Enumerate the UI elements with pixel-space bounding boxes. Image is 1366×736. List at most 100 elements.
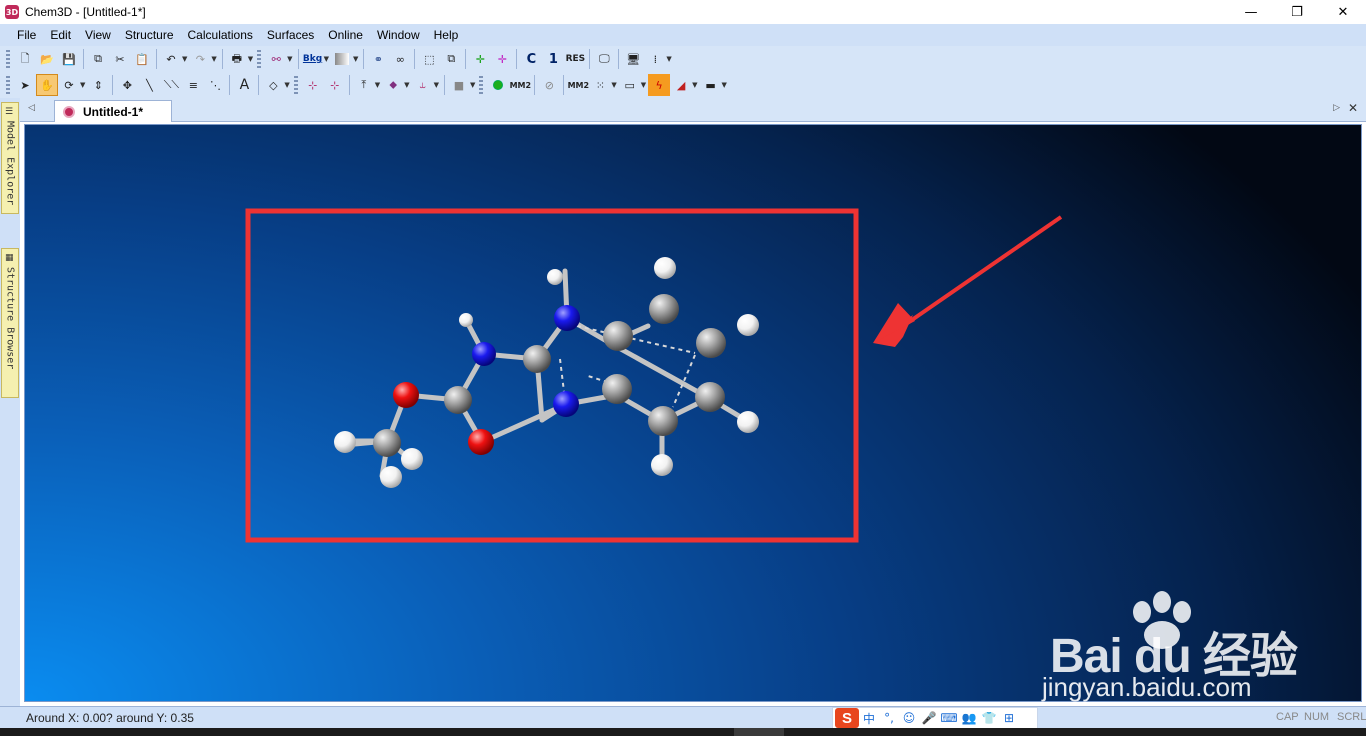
users-icon[interactable]: 👥: [959, 708, 979, 728]
chevron-down-icon[interactable]: ▼: [404, 81, 409, 89]
menu-file[interactable]: File: [10, 24, 43, 46]
translate-tool[interactable]: ✥: [116, 74, 138, 96]
perspective-button[interactable]: ⬚: [418, 48, 440, 70]
close-button[interactable]: ✕: [1320, 0, 1366, 24]
paste-button[interactable]: 📋: [131, 48, 153, 70]
close-document-icon[interactable]: ✕: [1348, 101, 1358, 115]
model-explorer-tab[interactable]: ☰ Model Explorer: [1, 102, 19, 214]
serial-number-button[interactable]: 1: [542, 48, 564, 70]
eraser-tool[interactable]: ◇: [262, 74, 284, 96]
menu-calculations[interactable]: Calculations: [181, 24, 260, 46]
skin-icon[interactable]: 👕: [979, 708, 999, 728]
model-display-button[interactable]: ⚯: [265, 48, 287, 70]
menu-window[interactable]: Window: [370, 24, 427, 46]
stereo-glasses-button[interactable]: ∞: [389, 48, 411, 70]
chevron-down-icon[interactable]: ▼: [80, 81, 85, 89]
chevron-down-icon[interactable]: ▼: [692, 81, 697, 89]
stop-button[interactable]: ■: [448, 74, 470, 96]
depth-cue-button[interactable]: ⧉: [440, 48, 462, 70]
open-file-button[interactable]: 📂: [36, 48, 58, 70]
chevron-down-icon[interactable]: ▼: [434, 81, 439, 89]
menu-structure[interactable]: Structure: [118, 24, 181, 46]
dummy-bond-tool[interactable]: ⋱: [204, 74, 226, 96]
no-calculation-button[interactable]: ⊘: [538, 74, 560, 96]
cut-button[interactable]: ✂: [109, 48, 131, 70]
presentation-button[interactable]: 🖥: [622, 48, 644, 70]
chevron-down-icon[interactable]: ▼: [722, 81, 727, 89]
chevron-down-icon[interactable]: ▼: [470, 81, 475, 89]
menu-help[interactable]: Help: [427, 24, 466, 46]
show-hydrogens-button[interactable]: ✛: [469, 48, 491, 70]
restore-button[interactable]: ❐: [1274, 0, 1320, 24]
menu-edit[interactable]: Edit: [43, 24, 78, 46]
sogou-logo-icon[interactable]: S: [835, 708, 859, 728]
show-lone-pairs-button[interactable]: ✛: [491, 48, 513, 70]
measurements-button[interactable]: ▭: [619, 74, 641, 96]
fit-model-button[interactable]: 🖵: [593, 48, 615, 70]
chevron-down-icon[interactable]: ▼: [666, 55, 671, 63]
redo-button[interactable]: ↷: [189, 48, 211, 70]
surface-button[interactable]: ◢: [670, 74, 692, 96]
residue-label-button[interactable]: RES: [564, 48, 586, 70]
mm2-minimize-button[interactable]: MM2: [509, 74, 532, 96]
select-tool[interactable]: ➤: [14, 74, 36, 96]
move-to-x-axis-button[interactable]: ⊹: [302, 74, 324, 96]
scroll-right-icon[interactable]: ▷: [1333, 103, 1340, 113]
text-tool[interactable]: A: [233, 74, 255, 96]
emoji-icon[interactable]: ☺: [899, 708, 919, 728]
toolbar-grip[interactable]: [6, 50, 10, 68]
ime-chinese-mode[interactable]: 中: [859, 708, 879, 728]
stereo-button[interactable]: ⚭: [367, 48, 389, 70]
align-button[interactable]: ⬥: [382, 74, 404, 96]
double-bond-tool[interactable]: ⟍⟍: [160, 74, 182, 96]
chevron-down-icon[interactable]: ▼: [324, 55, 329, 63]
superimpose-button[interactable]: ⥿: [412, 74, 434, 96]
chevron-down-icon[interactable]: ▼: [375, 81, 380, 89]
scroll-left-icon[interactable]: ◁: [28, 103, 35, 113]
keyboard-icon[interactable]: ⌨: [939, 708, 959, 728]
background-color-button[interactable]: Bkg: [302, 48, 324, 70]
menu-view[interactable]: View: [78, 24, 118, 46]
orient-button[interactable]: ⤒: [353, 74, 375, 96]
more-tools-button[interactable]: ⁞: [644, 48, 666, 70]
menu-online[interactable]: Online: [321, 24, 370, 46]
triple-bond-tool[interactable]: ≡: [182, 74, 204, 96]
chevron-down-icon[interactable]: ▼: [611, 81, 616, 89]
slab-button[interactable]: ▬: [700, 74, 722, 96]
copy-button[interactable]: ⧉: [87, 48, 109, 70]
print-button[interactable]: 🖶: [226, 48, 248, 70]
taskbar-active-item[interactable]: [734, 728, 784, 736]
trackball-tool[interactable]: ✋: [36, 74, 58, 96]
chevron-down-icon[interactable]: ▼: [248, 55, 253, 63]
chevron-down-icon[interactable]: ▼: [641, 81, 646, 89]
compute-properties-button[interactable]: ⁙: [589, 74, 611, 96]
chevron-down-icon[interactable]: ▼: [284, 81, 289, 89]
move-to-y-axis-button[interactable]: ⊹: [324, 74, 346, 96]
chevron-down-icon[interactable]: ▼: [211, 55, 216, 63]
microphone-icon[interactable]: 🎤: [919, 708, 939, 728]
toolbox-icon[interactable]: ⊞: [999, 708, 1019, 728]
mm2-run-button[interactable]: MM2: [567, 74, 590, 96]
document-tab-untitled[interactable]: Untitled-1*: [54, 100, 172, 122]
chevron-down-icon[interactable]: ▼: [353, 55, 358, 63]
highlight-active-button[interactable]: ϟ: [648, 74, 671, 96]
toolbar-grip[interactable]: [479, 76, 484, 94]
structure-browser-tab[interactable]: ▦ Structure Browser: [1, 248, 19, 398]
gradient-button[interactable]: [331, 48, 353, 70]
toolbar-grip[interactable]: [293, 76, 298, 94]
single-bond-tool[interactable]: ╲: [138, 74, 160, 96]
toolbar-grip[interactable]: [6, 76, 10, 94]
rotate-tool[interactable]: ⟳: [58, 74, 80, 96]
menu-surfaces[interactable]: Surfaces: [260, 24, 321, 46]
chevron-down-icon[interactable]: ▼: [182, 55, 187, 63]
toolbar-grip[interactable]: [257, 50, 262, 68]
chevron-down-icon[interactable]: ▼: [287, 55, 292, 63]
save-file-button[interactable]: 💾: [58, 48, 80, 70]
minimize-button[interactable]: —: [1228, 0, 1274, 24]
ime-punctuation[interactable]: °,: [879, 708, 899, 728]
undo-button[interactable]: ↶: [160, 48, 182, 70]
zoom-tool[interactable]: ⇕: [87, 74, 109, 96]
new-file-button[interactable]: 🗋: [14, 48, 36, 70]
show-atom-dots-button[interactable]: [487, 74, 509, 96]
element-label-button[interactable]: C: [520, 48, 542, 70]
